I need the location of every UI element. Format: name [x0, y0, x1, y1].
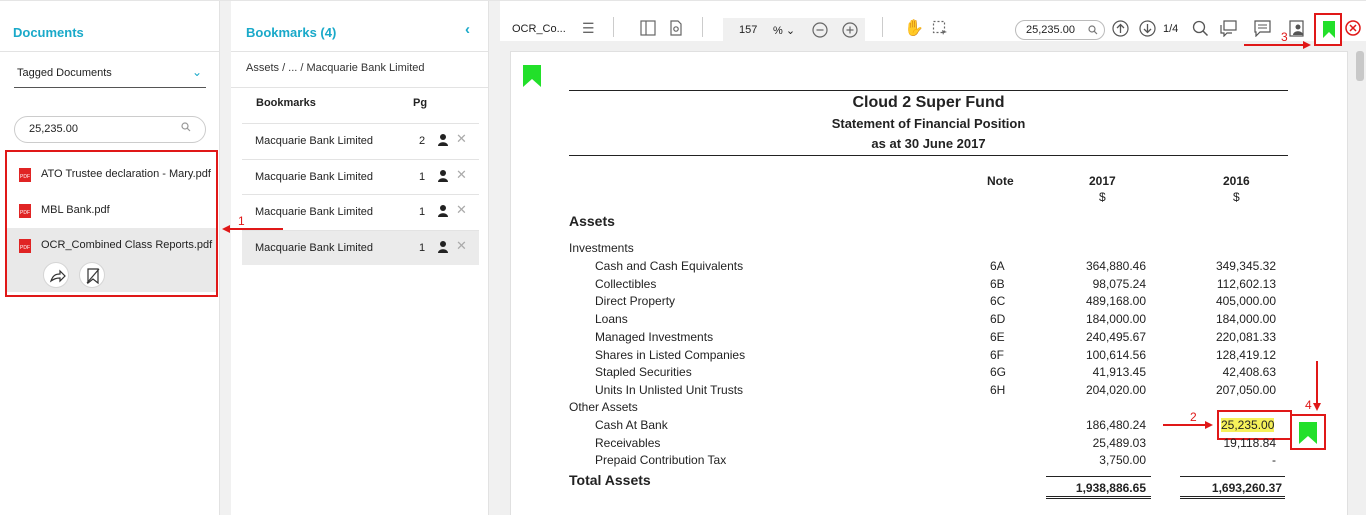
annotation-label: 3 [1281, 30, 1288, 44]
annotation-overlay [222, 41, 1321, 429]
annotation-label: 2 [1190, 410, 1197, 424]
annotation-label: 1 [238, 214, 245, 228]
app-window: Documents Tagged Documents ⌄ 25,235.00 P… [0, 0, 1366, 515]
annotation-label: 4 [1305, 398, 1312, 412]
